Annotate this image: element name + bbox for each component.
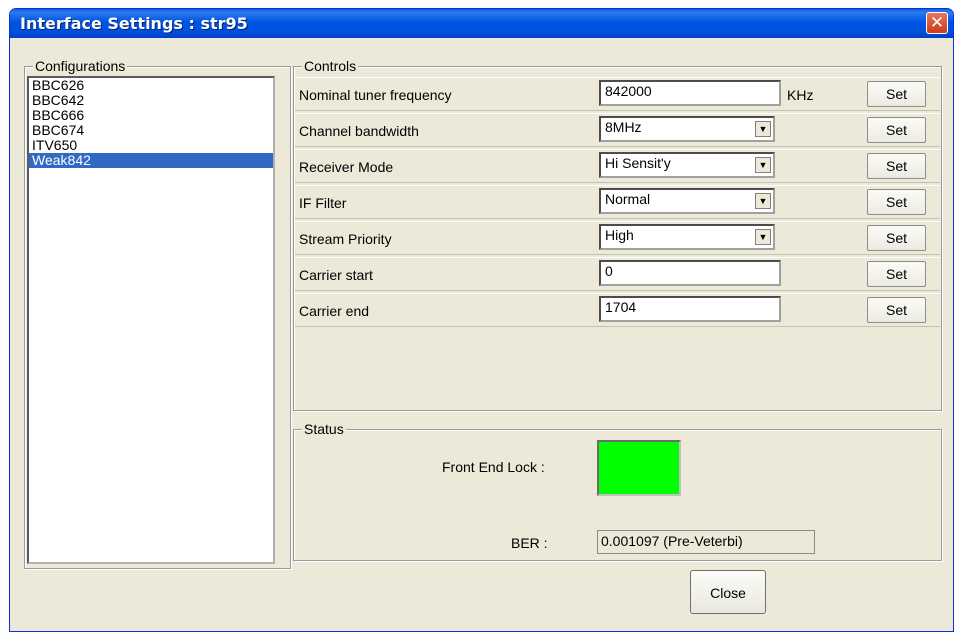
control-label: Carrier start — [299, 267, 373, 283]
dropdown-arrow-icon[interactable]: ▼ — [755, 157, 771, 173]
list-item[interactable]: BBC666 — [29, 108, 273, 123]
ber-label: BER : — [511, 535, 548, 551]
front-end-lock-indicator — [597, 440, 681, 496]
dropdown-arrow-icon[interactable]: ▼ — [755, 193, 771, 209]
dropdown-value: Normal — [605, 191, 651, 207]
control-row: IF Filter Normal ▼ Set — [295, 185, 940, 219]
list-item[interactable]: BBC626 — [29, 78, 273, 93]
control-row: Stream Priority High ▼ Set — [295, 221, 940, 255]
dropdown-arrow-icon[interactable]: ▼ — [755, 229, 771, 245]
list-item[interactable]: Weak842 — [29, 153, 273, 168]
control-label: Nominal tuner frequency — [299, 87, 452, 103]
control-row: Carrier start 0 Set — [295, 257, 940, 291]
control-label: Stream Priority — [299, 231, 392, 247]
list-item[interactable]: ITV650 — [29, 138, 273, 153]
title-bar[interactable]: Interface Settings : str95 ✕ — [10, 9, 953, 38]
dropdown-arrow-icon[interactable]: ▼ — [755, 121, 771, 137]
dropdown-value: 8MHz — [605, 119, 642, 135]
front-end-lock-label: Front End Lock : — [442, 459, 545, 475]
configurations-group-label: Configurations — [33, 58, 128, 74]
control-label: Carrier end — [299, 303, 370, 319]
set-button[interactable]: Set — [867, 81, 926, 107]
control-row: Carrier end 1704 Set — [295, 293, 940, 327]
control-text-field[interactable]: 842000 — [599, 80, 781, 106]
control-text-field[interactable]: 0 — [599, 260, 781, 286]
control-row: Channel bandwidth 8MHz ▼ Set — [295, 113, 940, 147]
set-button[interactable]: Set — [867, 117, 926, 143]
controls-group-label: Controls — [302, 58, 359, 74]
control-label: Receiver Mode — [299, 159, 394, 175]
set-button[interactable]: Set — [867, 297, 926, 323]
set-button[interactable]: Set — [867, 153, 926, 179]
set-button[interactable]: Set — [867, 189, 926, 215]
dropdown-value: High — [605, 227, 634, 243]
control-dropdown[interactable]: 8MHz ▼ — [599, 116, 775, 142]
control-dropdown[interactable]: High ▼ — [599, 224, 775, 250]
configurations-list[interactable]: BBC626 BBC642 BBC666 BBC674 ITV650 Weak842 — [27, 76, 275, 564]
unit-label: KHz — [787, 87, 814, 103]
control-dropdown[interactable]: Hi Sensit'y ▼ — [599, 152, 775, 178]
window-title: Interface Settings : str95 — [20, 14, 248, 33]
set-button[interactable]: Set — [867, 261, 926, 287]
set-button[interactable]: Set — [867, 225, 926, 251]
dropdown-value: Hi Sensit'y — [605, 155, 671, 171]
control-dropdown[interactable]: Normal ▼ — [599, 188, 775, 214]
list-item[interactable]: BBC674 — [29, 123, 273, 138]
close-button[interactable]: Close — [690, 570, 766, 614]
close-icon[interactable]: ✕ — [926, 12, 948, 34]
ber-value-field: 0.001097 (Pre-Veterbi) — [597, 530, 815, 554]
control-row: Nominal tuner frequency 842000 KHz Set — [295, 77, 940, 111]
status-group-label: Status — [302, 421, 346, 437]
control-label: Channel bandwidth — [299, 123, 419, 139]
control-row: Receiver Mode Hi Sensit'y ▼ Set — [295, 149, 940, 183]
control-text-field[interactable]: 1704 — [599, 296, 781, 322]
list-item[interactable]: BBC642 — [29, 93, 273, 108]
control-label: IF Filter — [299, 195, 347, 211]
